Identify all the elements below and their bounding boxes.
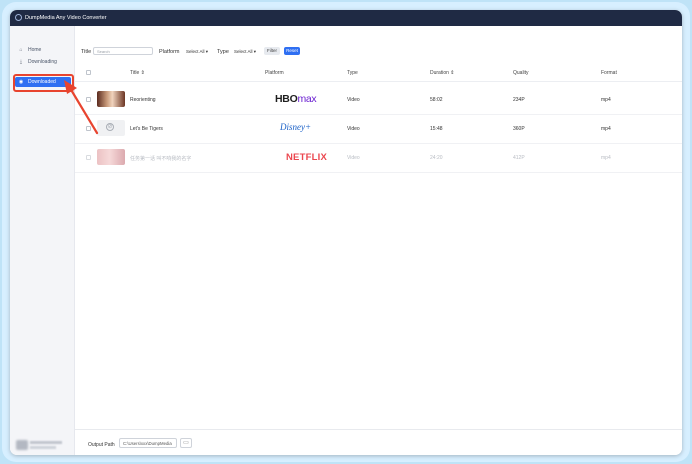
annotation-arrow	[64, 80, 99, 135]
arrow-head	[64, 80, 77, 94]
arrow-shaft	[68, 86, 99, 135]
